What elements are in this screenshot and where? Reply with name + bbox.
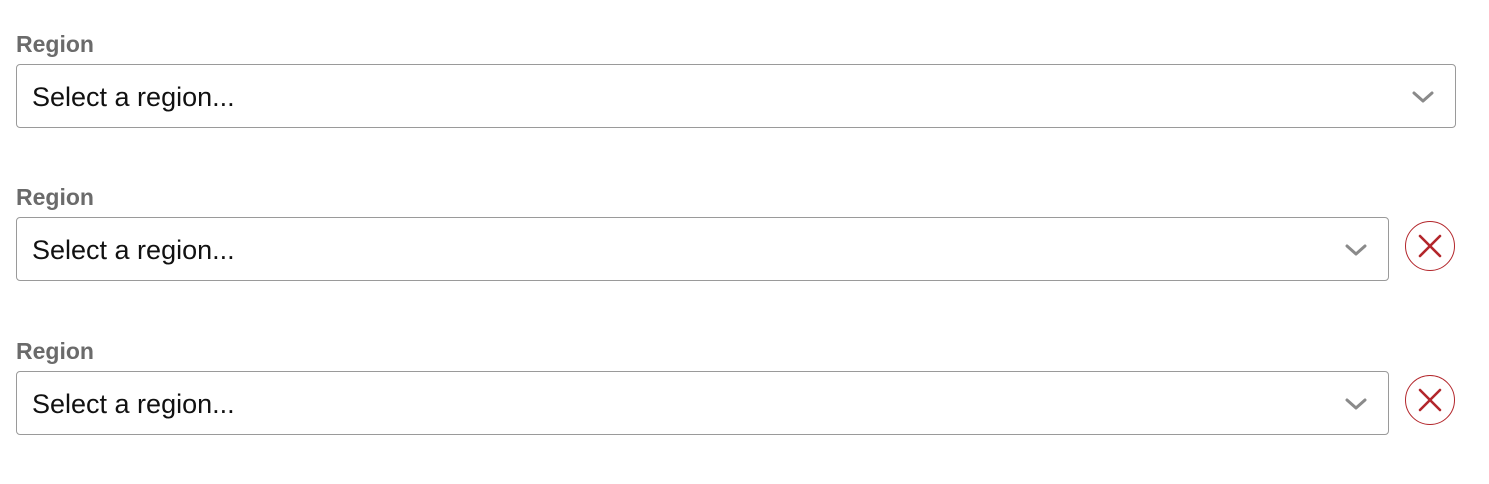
chevron-down-icon — [1411, 87, 1435, 107]
remove-region-button[interactable] — [1405, 221, 1455, 271]
region-select[interactable]: Select a region... — [16, 371, 1389, 435]
close-icon — [1418, 234, 1442, 258]
region-select[interactable]: Select a region... — [16, 217, 1389, 281]
region-label: Region — [16, 31, 94, 57]
chevron-down-icon — [1344, 394, 1368, 414]
region-select-placeholder: Select a region... — [32, 389, 235, 419]
region-label: Region — [16, 338, 94, 364]
region-select-placeholder: Select a region... — [32, 82, 235, 112]
close-icon — [1418, 388, 1442, 412]
remove-region-button[interactable] — [1405, 375, 1455, 425]
region-select-placeholder: Select a region... — [32, 235, 235, 265]
region-label: Region — [16, 184, 94, 210]
region-select[interactable]: Select a region... — [16, 64, 1456, 128]
chevron-down-icon — [1344, 240, 1368, 260]
